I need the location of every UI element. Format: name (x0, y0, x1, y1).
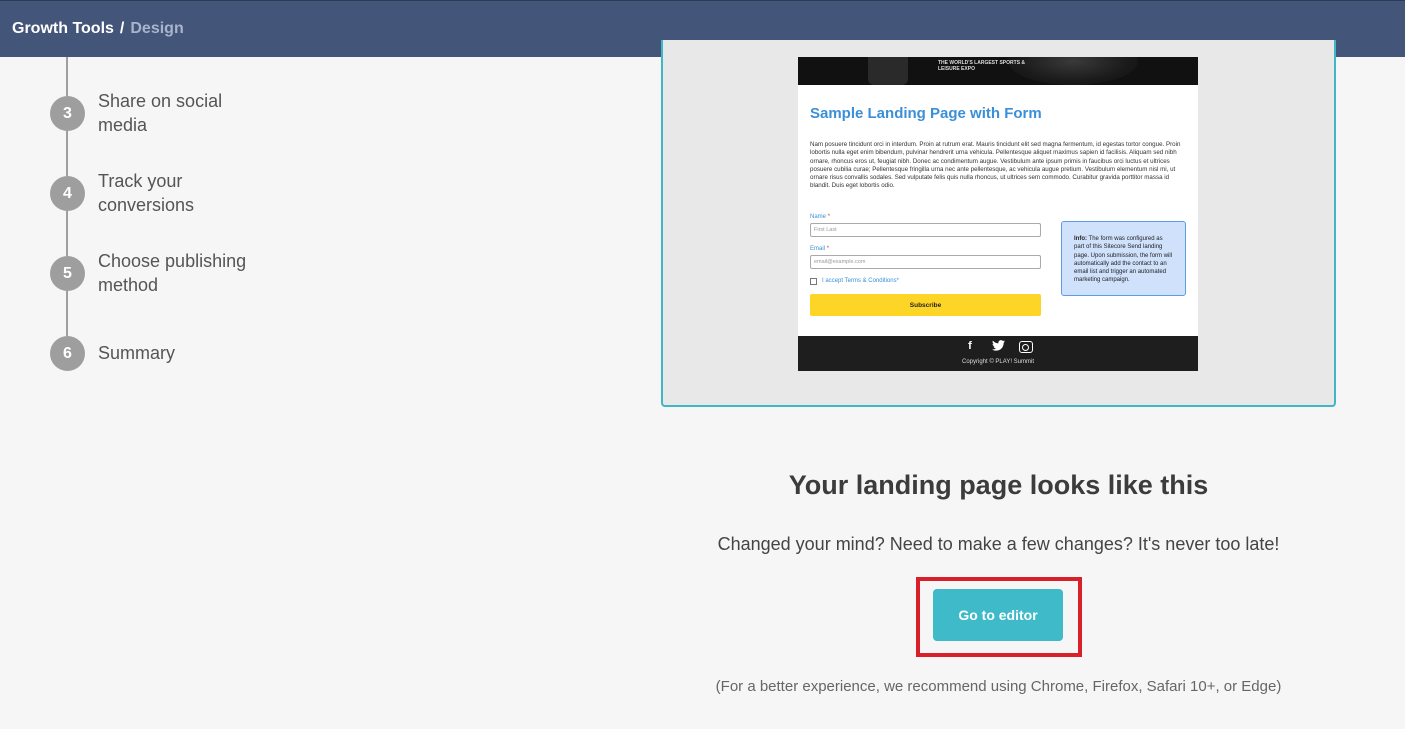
email-label: Email * (810, 246, 830, 252)
step-label: Share on social media (98, 91, 223, 135)
step-navigation: 3 Share on social media 4 Track your con… (0, 57, 400, 417)
browser-recommendation-note: (For a better experience, we recommend u… (715, 678, 1282, 695)
breadcrumb-growth-tools[interactable]: Growth Tools (12, 20, 114, 38)
subscribe-button: Subscribe (810, 294, 1041, 316)
preview-title: Sample Landing Page with Form (810, 105, 1042, 122)
page-subtext: Changed your mind? Need to make a few ch… (717, 534, 1280, 554)
step-number-badge: 5 (50, 256, 85, 291)
breadcrumb-separator: / (119, 20, 125, 37)
step-number-badge: 3 (50, 96, 85, 131)
email-field: email@example.com (810, 255, 1041, 269)
terms-label: I accept Terms & Conditions* (822, 278, 899, 284)
instagram-icon (1019, 340, 1033, 356)
go-to-editor-button[interactable]: Go to editor (933, 589, 1063, 641)
preview-copyright: Copyright © PLAY! Summit (962, 359, 1034, 365)
terms-checkbox (810, 278, 817, 285)
hero-decor-shape (868, 57, 908, 85)
preview-body-text: Nam posuere tincidunt orci in interdum. … (810, 141, 1181, 190)
step-label: Summary (98, 343, 176, 363)
step-label: Track your conversions (98, 171, 195, 215)
step-number-badge: 6 (50, 336, 85, 371)
hero-image: THE WORLD'S LARGEST SPORTS & LEISURE EXP… (798, 57, 1198, 85)
facebook-icon: f (968, 340, 972, 352)
social-icons: f (798, 340, 1198, 356)
breadcrumb-design: Design (130, 20, 184, 37)
info-box: Info: The form was configured as part of… (1061, 221, 1186, 296)
preview-footer: f Copyright © PLAY! Summit (798, 336, 1198, 371)
name-field: First Last (810, 223, 1041, 237)
landing-page-preview: THE WORLD'S LARGEST SPORTS & LEISURE EXP… (798, 57, 1198, 371)
twitter-icon (991, 340, 1005, 356)
name-label: Name * (810, 214, 831, 220)
step-label: Choose publishing method (98, 251, 247, 295)
step-number-badge: 4 (50, 176, 85, 211)
page-heading: Your landing page looks like this (788, 470, 1209, 500)
hero-text: THE WORLD'S LARGEST SPORTS & LEISURE EXP… (938, 60, 1026, 72)
